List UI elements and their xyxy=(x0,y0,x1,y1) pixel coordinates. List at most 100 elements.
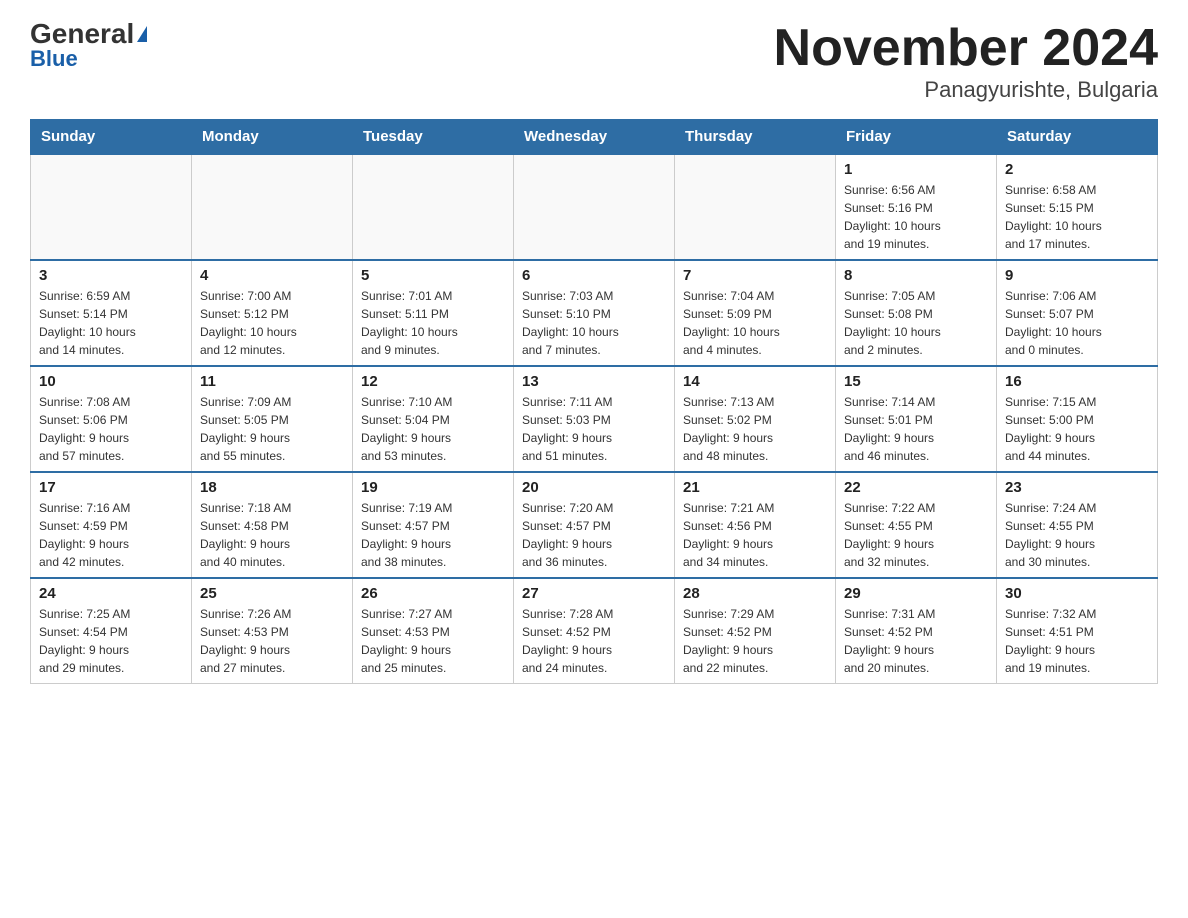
weekday-header-friday: Friday xyxy=(836,120,997,155)
day-number: 16 xyxy=(1005,373,1149,390)
calendar-cell xyxy=(192,154,353,260)
day-number: 26 xyxy=(361,585,505,602)
calendar-week-row: 3 Sunrise: 6:59 AMSunset: 5:14 PMDaylight… xyxy=(31,260,1158,366)
day-info: Sunrise: 7:03 AMSunset: 5:10 PMDaylight:… xyxy=(522,287,666,359)
day-info: Sunrise: 7:31 AMSunset: 4:52 PMDaylight:… xyxy=(844,605,988,677)
day-number: 2 xyxy=(1005,161,1149,178)
day-number: 8 xyxy=(844,267,988,284)
calendar-table: SundayMondayTuesdayWednesdayThursdayFrid… xyxy=(30,119,1158,684)
calendar-cell: 29 Sunrise: 7:31 AMSunset: 4:52 PMDayligh… xyxy=(836,578,997,684)
calendar-cell: 30 Sunrise: 7:32 AMSunset: 4:51 PMDayligh… xyxy=(997,578,1158,684)
logo-blue: Blue xyxy=(30,46,78,72)
calendar-cell: 7 Sunrise: 7:04 AMSunset: 5:09 PMDaylight… xyxy=(675,260,836,366)
day-info: Sunrise: 7:01 AMSunset: 5:11 PMDaylight:… xyxy=(361,287,505,359)
calendar-week-row: 24Sunrise: 7:25 AMSunset: 4:54 PMDayligh… xyxy=(31,578,1158,684)
day-info: Sunrise: 6:59 AMSunset: 5:14 PMDaylight:… xyxy=(39,287,183,359)
calendar-cell: 12 Sunrise: 7:10 AMSunset: 5:04 PMDayligh… xyxy=(353,366,514,472)
calendar-cell: 24Sunrise: 7:25 AMSunset: 4:54 PMDayligh… xyxy=(31,578,192,684)
day-number: 21 xyxy=(683,479,827,496)
calendar-cell xyxy=(353,154,514,260)
day-number: 20 xyxy=(522,479,666,496)
calendar-cell: 10 Sunrise: 7:08 AMSunset: 5:06 PMDayligh… xyxy=(31,366,192,472)
calendar-cell: 8 Sunrise: 7:05 AMSunset: 5:08 PMDaylight… xyxy=(836,260,997,366)
day-info: Sunrise: 7:29 AMSunset: 4:52 PMDaylight:… xyxy=(683,605,827,677)
title-block: November 2024 Panagyurishte, Bulgaria xyxy=(774,20,1158,103)
calendar-cell: 28Sunrise: 7:29 AMSunset: 4:52 PMDayligh… xyxy=(675,578,836,684)
day-number: 27 xyxy=(522,585,666,602)
calendar-cell xyxy=(675,154,836,260)
day-info: Sunrise: 7:10 AMSunset: 5:04 PMDaylight:… xyxy=(361,393,505,465)
calendar-cell: 26 Sunrise: 7:27 AMSunset: 4:53 PMDayligh… xyxy=(353,578,514,684)
calendar-subtitle: Panagyurishte, Bulgaria xyxy=(774,77,1158,103)
day-info: Sunrise: 7:19 AMSunset: 4:57 PMDaylight:… xyxy=(361,499,505,571)
calendar-cell: 25Sunrise: 7:26 AMSunset: 4:53 PMDayligh… xyxy=(192,578,353,684)
day-number: 4 xyxy=(200,267,344,284)
calendar-cell: 13 Sunrise: 7:11 AMSunset: 5:03 PMDayligh… xyxy=(514,366,675,472)
day-info: Sunrise: 7:24 AMSunset: 4:55 PMDaylight:… xyxy=(1005,499,1149,571)
weekday-header-row: SundayMondayTuesdayWednesdayThursdayFrid… xyxy=(31,120,1158,155)
calendar-week-row: 17Sunrise: 7:16 AMSunset: 4:59 PMDayligh… xyxy=(31,472,1158,578)
day-info: Sunrise: 7:08 AMSunset: 5:06 PMDaylight:… xyxy=(39,393,183,465)
day-number: 10 xyxy=(39,373,183,390)
day-number: 6 xyxy=(522,267,666,284)
day-info: Sunrise: 7:04 AMSunset: 5:09 PMDaylight:… xyxy=(683,287,827,359)
calendar-cell: 27 Sunrise: 7:28 AMSunset: 4:52 PMDayligh… xyxy=(514,578,675,684)
calendar-cell: 17Sunrise: 7:16 AMSunset: 4:59 PMDayligh… xyxy=(31,472,192,578)
calendar-cell: 21 Sunrise: 7:21 AMSunset: 4:56 PMDayligh… xyxy=(675,472,836,578)
day-number: 19 xyxy=(361,479,505,496)
calendar-cell: 14 Sunrise: 7:13 AMSunset: 5:02 PMDayligh… xyxy=(675,366,836,472)
day-info: Sunrise: 7:15 AMSunset: 5:00 PMDaylight:… xyxy=(1005,393,1149,465)
page-header: General Blue November 2024 Panagyurishte… xyxy=(30,20,1158,103)
day-number: 3 xyxy=(39,267,183,284)
day-number: 18 xyxy=(200,479,344,496)
calendar-cell: 1Sunrise: 6:56 AMSunset: 5:16 PMDaylight… xyxy=(836,154,997,260)
calendar-cell xyxy=(31,154,192,260)
day-number: 12 xyxy=(361,373,505,390)
day-info: Sunrise: 7:00 AMSunset: 5:12 PMDaylight:… xyxy=(200,287,344,359)
day-info: Sunrise: 7:11 AMSunset: 5:03 PMDaylight:… xyxy=(522,393,666,465)
day-info: Sunrise: 7:05 AMSunset: 5:08 PMDaylight:… xyxy=(844,287,988,359)
logo-general: General xyxy=(30,20,134,48)
weekday-header-wednesday: Wednesday xyxy=(514,120,675,155)
day-info: Sunrise: 7:16 AMSunset: 4:59 PMDaylight:… xyxy=(39,499,183,571)
logo-triangle-icon xyxy=(137,26,147,42)
day-number: 1 xyxy=(844,161,988,178)
day-number: 29 xyxy=(844,585,988,602)
calendar-week-row: 10 Sunrise: 7:08 AMSunset: 5:06 PMDayligh… xyxy=(31,366,1158,472)
day-number: 7 xyxy=(683,267,827,284)
day-info: Sunrise: 7:28 AMSunset: 4:52 PMDaylight:… xyxy=(522,605,666,677)
day-info: Sunrise: 7:18 AMSunset: 4:58 PMDaylight:… xyxy=(200,499,344,571)
day-number: 13 xyxy=(522,373,666,390)
day-info: Sunrise: 6:58 AMSunset: 5:15 PMDaylight:… xyxy=(1005,181,1149,253)
day-number: 30 xyxy=(1005,585,1149,602)
calendar-cell: 16 Sunrise: 7:15 AMSunset: 5:00 PMDayligh… xyxy=(997,366,1158,472)
day-info: Sunrise: 7:27 AMSunset: 4:53 PMDaylight:… xyxy=(361,605,505,677)
day-number: 22 xyxy=(844,479,988,496)
calendar-week-row: 1Sunrise: 6:56 AMSunset: 5:16 PMDaylight… xyxy=(31,154,1158,260)
day-info: Sunrise: 7:32 AMSunset: 4:51 PMDaylight:… xyxy=(1005,605,1149,677)
calendar-title: November 2024 xyxy=(774,20,1158,77)
calendar-cell: 6 Sunrise: 7:03 AMSunset: 5:10 PMDaylight… xyxy=(514,260,675,366)
weekday-header-sunday: Sunday xyxy=(31,120,192,155)
calendar-cell: 3 Sunrise: 6:59 AMSunset: 5:14 PMDaylight… xyxy=(31,260,192,366)
calendar-cell: 22 Sunrise: 7:22 AMSunset: 4:55 PMDayligh… xyxy=(836,472,997,578)
weekday-header-monday: Monday xyxy=(192,120,353,155)
calendar-cell: 20Sunrise: 7:20 AMSunset: 4:57 PMDayligh… xyxy=(514,472,675,578)
day-number: 25 xyxy=(200,585,344,602)
day-number: 9 xyxy=(1005,267,1149,284)
day-info: Sunrise: 7:06 AMSunset: 5:07 PMDaylight:… xyxy=(1005,287,1149,359)
calendar-cell: 4 Sunrise: 7:00 AMSunset: 5:12 PMDaylight… xyxy=(192,260,353,366)
day-number: 15 xyxy=(844,373,988,390)
weekday-header-tuesday: Tuesday xyxy=(353,120,514,155)
day-info: Sunrise: 7:21 AMSunset: 4:56 PMDaylight:… xyxy=(683,499,827,571)
day-info: Sunrise: 7:09 AMSunset: 5:05 PMDaylight:… xyxy=(200,393,344,465)
day-number: 5 xyxy=(361,267,505,284)
day-number: 24 xyxy=(39,585,183,602)
calendar-cell xyxy=(514,154,675,260)
calendar-cell: 9 Sunrise: 7:06 AMSunset: 5:07 PMDaylight… xyxy=(997,260,1158,366)
calendar-cell: 18 Sunrise: 7:18 AMSunset: 4:58 PMDayligh… xyxy=(192,472,353,578)
day-info: Sunrise: 7:22 AMSunset: 4:55 PMDaylight:… xyxy=(844,499,988,571)
day-number: 14 xyxy=(683,373,827,390)
day-info: Sunrise: 7:13 AMSunset: 5:02 PMDaylight:… xyxy=(683,393,827,465)
day-number: 11 xyxy=(200,373,344,390)
